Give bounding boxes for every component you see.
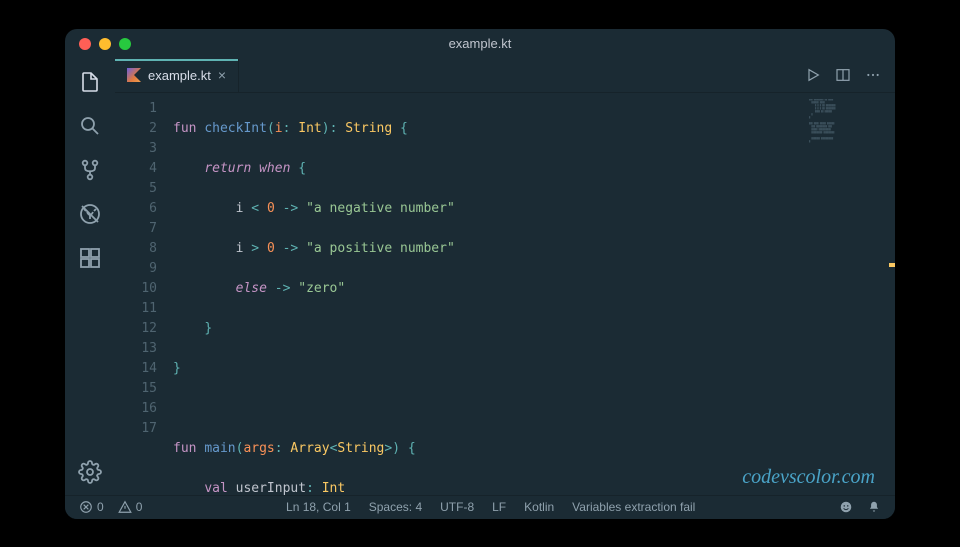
window-controls — [79, 38, 131, 50]
status-message[interactable]: Variables extraction fail — [572, 500, 695, 514]
window-body: example.kt × 123456789101112 — [65, 59, 895, 495]
tab-example-kt[interactable]: example.kt × — [115, 59, 239, 92]
warning-count: 0 — [136, 500, 143, 514]
status-cursor-position[interactable]: Ln 18, Col 1 — [286, 500, 351, 514]
tab-label: example.kt — [148, 68, 211, 83]
close-tab-icon[interactable]: × — [218, 67, 226, 83]
more-actions-icon[interactable] — [865, 67, 881, 83]
close-window-button[interactable] — [79, 38, 91, 50]
line-number-gutter: 1234567891011121314151617 — [115, 93, 173, 495]
feedback-icon[interactable] — [839, 500, 853, 514]
tab-bar: example.kt × — [115, 59, 895, 93]
status-errors[interactable]: 0 — [79, 500, 104, 514]
main-area: example.kt × 123456789101112 — [115, 59, 895, 495]
error-count: 0 — [97, 500, 104, 514]
minimize-window-button[interactable] — [99, 38, 111, 50]
activity-bar — [65, 59, 115, 495]
explorer-icon[interactable] — [77, 69, 103, 95]
notifications-bell-icon[interactable] — [867, 500, 881, 514]
status-encoding[interactable]: UTF-8 — [440, 500, 474, 514]
search-icon[interactable] — [77, 113, 103, 139]
zoom-window-button[interactable] — [119, 38, 131, 50]
scroll-marker — [889, 263, 895, 267]
titlebar: example.kt — [65, 29, 895, 59]
run-icon[interactable] — [805, 67, 821, 83]
status-warnings[interactable]: 0 — [118, 500, 143, 514]
settings-gear-icon[interactable] — [77, 459, 103, 485]
split-editor-icon[interactable] — [835, 67, 851, 83]
kotlin-file-icon — [127, 68, 141, 82]
editor-area[interactable]: 1234567891011121314151617 fun checkInt(i… — [115, 93, 895, 495]
status-eol[interactable]: LF — [492, 500, 506, 514]
status-bar: 0 0 Ln 18, Col 1 Spaces: 4 UTF-8 LF Kotl… — [65, 495, 895, 519]
status-indentation[interactable]: Spaces: 4 — [369, 500, 422, 514]
debug-icon[interactable] — [77, 201, 103, 227]
source-control-icon[interactable] — [77, 157, 103, 183]
window-title: example.kt — [65, 36, 895, 51]
status-language[interactable]: Kotlin — [524, 500, 554, 514]
editor-window: example.kt — [65, 29, 895, 519]
code-content[interactable]: fun checkInt(i: Int): String { return wh… — [173, 93, 895, 495]
extensions-icon[interactable] — [77, 245, 103, 271]
watermark-text: codevscolor.com — [742, 466, 875, 489]
editor-actions — [805, 59, 895, 92]
